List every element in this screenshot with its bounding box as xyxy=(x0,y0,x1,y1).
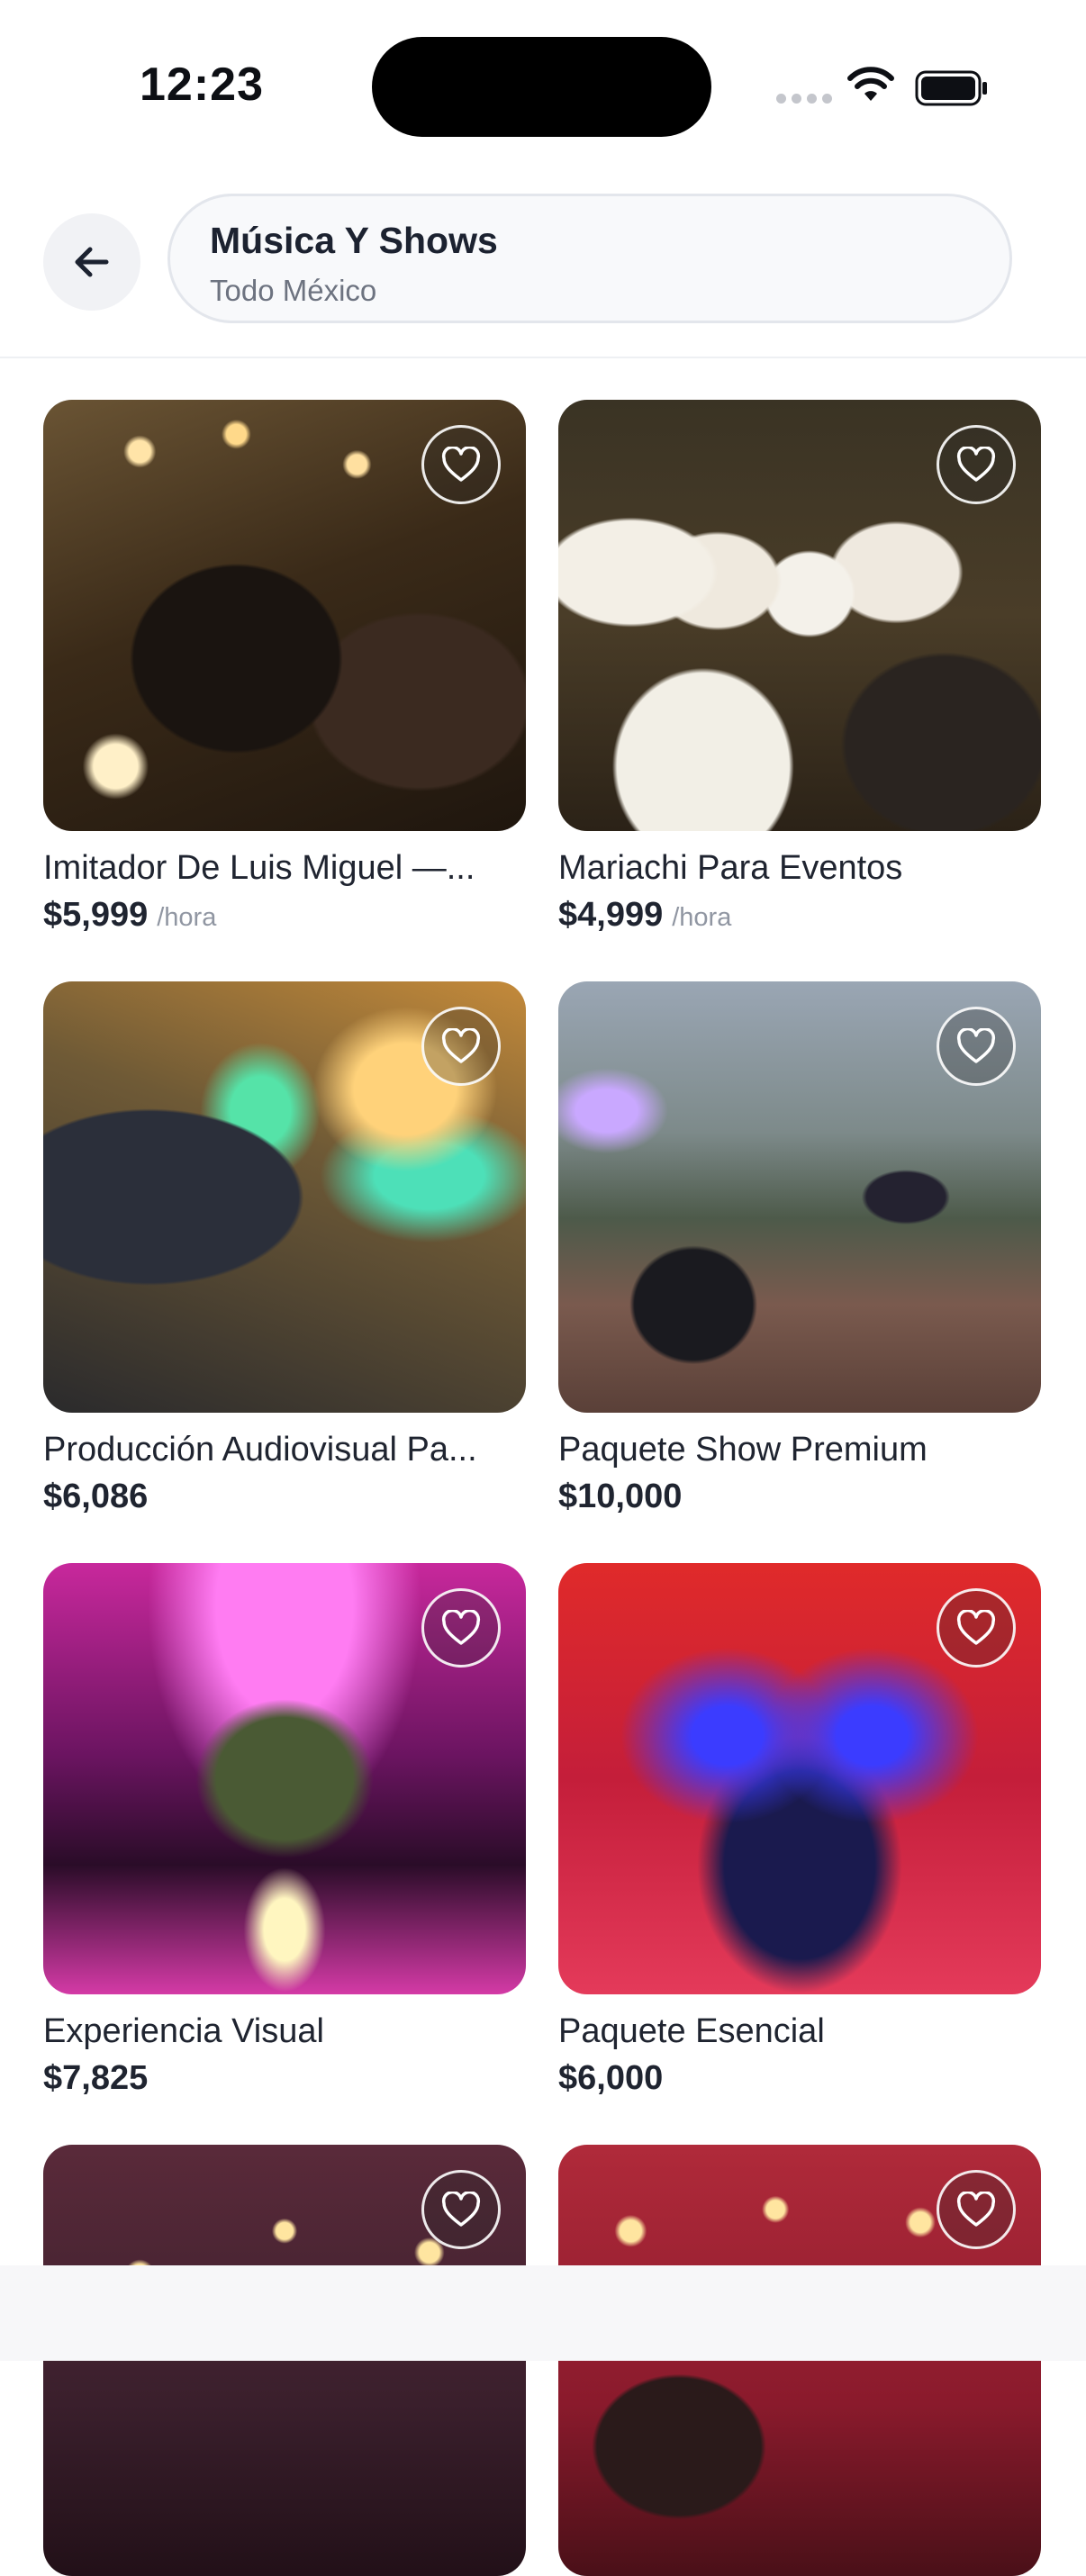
battery-icon xyxy=(915,70,987,106)
favorite-button[interactable] xyxy=(421,1007,501,1086)
listing-card[interactable]: Producción Audiovisual Pa... $6,086 xyxy=(43,981,526,1517)
heart-icon xyxy=(956,447,996,482)
listing-title: Imitador De Luis Miguel —... xyxy=(43,849,475,887)
wifi-icon xyxy=(847,67,894,101)
listing-image[interactable] xyxy=(43,400,526,831)
favorite-button[interactable] xyxy=(937,1007,1016,1086)
listing-title: Paquete Show Premium xyxy=(558,1431,928,1469)
top-bar: Música Y Shows Todo México xyxy=(0,189,1086,358)
listing-price: $7,825 xyxy=(43,2059,149,2097)
listing-image[interactable] xyxy=(558,1563,1041,1994)
listing-card[interactable]: Mariachi Para Eventos $4,999/hora xyxy=(558,400,1041,938)
listing-price: $5,999 xyxy=(43,896,149,934)
signal-icon xyxy=(776,94,832,104)
heart-icon xyxy=(441,1028,481,1063)
favorite-button[interactable] xyxy=(421,2170,501,2249)
listing-title: Mariachi Para Eventos xyxy=(558,849,903,887)
heart-icon xyxy=(956,2192,996,2227)
listing-image[interactable] xyxy=(558,981,1041,1413)
favorite-button[interactable] xyxy=(421,425,501,504)
heart-icon xyxy=(956,1610,996,1645)
status-time: 12:23 xyxy=(140,59,264,111)
listing-price: $6,086 xyxy=(43,1478,149,1515)
listing-card[interactable]: Paquete Esencial $6,000 xyxy=(558,1563,1041,2099)
search-location: Todo México xyxy=(210,274,377,307)
listing-title: Paquete Esencial xyxy=(558,2012,825,2050)
listing-price: $6,000 xyxy=(558,2059,664,2097)
listing-price: $4,999 xyxy=(558,896,664,934)
listing-image[interactable] xyxy=(43,981,526,1413)
listing-title: Producción Audiovisual Pa... xyxy=(43,1431,477,1469)
dynamic-island xyxy=(372,37,711,137)
listing-card[interactable]: Paquete Show Premium $10,000 xyxy=(558,981,1041,1517)
price-unit: /hora xyxy=(157,903,217,932)
heart-icon xyxy=(441,1610,481,1645)
arrow-left-icon xyxy=(75,247,109,277)
listing-image[interactable] xyxy=(43,1563,526,1994)
price-unit: /hora xyxy=(672,903,732,932)
bottom-safe-area xyxy=(0,2265,1086,2361)
favorite-button[interactable] xyxy=(937,1588,1016,1668)
favorite-button[interactable] xyxy=(937,2170,1016,2249)
heart-icon xyxy=(956,1028,996,1063)
search-category: Música Y Shows xyxy=(210,220,498,261)
favorite-button[interactable] xyxy=(421,1588,501,1668)
listing-card[interactable]: Imitador De Luis Miguel —... $5,999/hora xyxy=(43,400,526,938)
listing-image[interactable] xyxy=(558,400,1041,831)
listing-card[interactable]: Experiencia Visual $7,825 xyxy=(43,1563,526,2099)
back-button[interactable] xyxy=(43,213,140,311)
search-pill[interactable]: Música Y Shows Todo México xyxy=(167,194,1012,323)
listing-title: Experiencia Visual xyxy=(43,2012,324,2050)
listing-price: $10,000 xyxy=(558,1478,683,1515)
heart-icon xyxy=(441,2192,481,2227)
favorite-button[interactable] xyxy=(937,425,1016,504)
heart-icon xyxy=(441,447,481,482)
status-bar: 12:23 xyxy=(0,0,1086,162)
